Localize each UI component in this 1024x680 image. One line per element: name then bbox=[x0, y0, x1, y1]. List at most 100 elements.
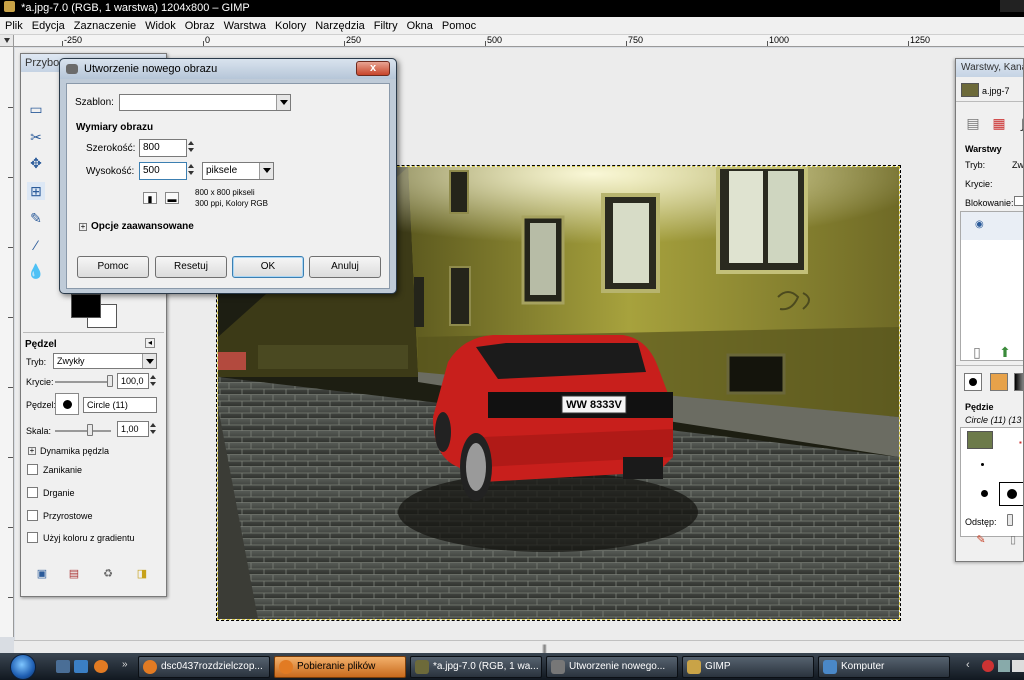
scale-spinbox[interactable]: 1,00 bbox=[117, 421, 156, 437]
dialog-titlebar[interactable]: Utworzenie nowego obrazu bbox=[60, 59, 396, 79]
close-button[interactable]: x bbox=[356, 61, 390, 76]
scroll-grip-icon[interactable]: ||| bbox=[542, 643, 547, 653]
image-thumbnail[interactable] bbox=[961, 83, 979, 97]
ruler-corner-button[interactable] bbox=[0, 35, 14, 47]
patterns-tab[interactable] bbox=[990, 373, 1008, 391]
panel-menu-icon[interactable]: ◂ bbox=[145, 338, 155, 348]
chevron-down-icon[interactable] bbox=[142, 354, 156, 368]
color-picker-icon[interactable]: ⁄ bbox=[27, 236, 45, 254]
delete-icon[interactable]: ♻ bbox=[101, 567, 115, 581]
incremental-checkbox[interactable] bbox=[27, 510, 38, 521]
show-desktop-icon[interactable] bbox=[56, 660, 70, 673]
expand-icon[interactable]: + bbox=[79, 223, 87, 231]
menu-filtry[interactable]: Filtry bbox=[370, 17, 402, 35]
channels-tab-icon[interactable]: ▦ bbox=[990, 114, 1008, 132]
advanced-options-toggle[interactable]: Opcje zaawansowane bbox=[91, 221, 194, 232]
raise-layer-icon[interactable]: ⬆ bbox=[996, 343, 1014, 361]
ok-button[interactable]: OK bbox=[232, 256, 304, 278]
width-input[interactable]: 800 bbox=[139, 139, 194, 157]
gradients-tab[interactable] bbox=[1014, 373, 1023, 391]
menu-edycja[interactable]: Edycja bbox=[28, 17, 69, 35]
foreground-color[interactable] bbox=[71, 294, 101, 318]
vertical-ruler[interactable] bbox=[0, 47, 14, 637]
layer-row[interactable]: ◉ bbox=[961, 212, 1023, 240]
taskbar-item-gimp-image[interactable]: *a.jpg-7.0 (RGB, 1 wa... bbox=[410, 656, 542, 678]
volume-icon[interactable] bbox=[1012, 660, 1024, 672]
menu-kolory[interactable]: Kolory bbox=[271, 17, 310, 35]
landscape-icon[interactable]: ▬ bbox=[165, 192, 179, 204]
explorer-icon[interactable] bbox=[74, 660, 88, 673]
brush-dot-icon[interactable] bbox=[981, 490, 988, 497]
network-icon[interactable] bbox=[998, 660, 1010, 672]
opacity-slider[interactable] bbox=[55, 381, 111, 383]
scale-slider-handle[interactable] bbox=[87, 424, 93, 436]
layer-mode-value[interactable]: Zw bbox=[1012, 160, 1023, 170]
reset-icon[interactable]: ◨ bbox=[135, 567, 149, 581]
dynamics-label[interactable]: Dynamika pędzla bbox=[40, 446, 109, 456]
color-swatches[interactable] bbox=[71, 294, 119, 330]
quicklaunch-more-icon[interactable]: » bbox=[122, 659, 128, 670]
opacity-slider-handle[interactable] bbox=[107, 375, 113, 387]
window-controls[interactable] bbox=[1000, 0, 1024, 12]
start-button[interactable] bbox=[6, 653, 42, 680]
taskbar-item-gimp[interactable]: GIMP bbox=[682, 656, 814, 678]
menu-pomoc[interactable]: Pomoc bbox=[438, 17, 480, 35]
mode-select[interactable]: Zwykły bbox=[53, 353, 157, 369]
brushes-tab[interactable] bbox=[964, 373, 982, 391]
spin-arrows-icon[interactable] bbox=[187, 140, 195, 154]
opacity-spinbox[interactable]: 100,0 bbox=[117, 373, 156, 389]
unit-select[interactable]: piksele bbox=[202, 162, 274, 180]
layers-list[interactable]: ◉ bbox=[960, 211, 1023, 361]
jitter-checkbox[interactable] bbox=[27, 487, 38, 498]
help-button[interactable]: Pomoc bbox=[77, 256, 149, 278]
taskbar-item-new-image[interactable]: Utworzenie nowego... bbox=[546, 656, 678, 678]
layers-tab-icon[interactable]: ▤ bbox=[964, 114, 982, 132]
save-options-icon[interactable]: ▣ bbox=[35, 567, 49, 581]
menu-okna[interactable]: Okna bbox=[403, 17, 437, 35]
menu-widok[interactable]: Widok bbox=[141, 17, 180, 35]
chevron-down-icon[interactable] bbox=[259, 163, 273, 179]
menu-obraz[interactable]: Obraz bbox=[181, 17, 219, 35]
brush-name-field[interactable]: Circle (11) bbox=[83, 397, 157, 413]
firefox-icon[interactable] bbox=[94, 660, 108, 673]
menu-plik[interactable]: Plik bbox=[1, 17, 27, 35]
menu-narzedzia[interactable]: Narzędzia bbox=[311, 17, 369, 35]
antivirus-icon[interactable] bbox=[982, 660, 994, 672]
gradient-color-checkbox[interactable] bbox=[27, 532, 38, 543]
spin-arrows-icon[interactable] bbox=[187, 163, 195, 177]
spacing-slider-handle[interactable] bbox=[1007, 514, 1013, 526]
chevron-down-icon[interactable] bbox=[276, 95, 290, 110]
paths-tab-icon[interactable]: ∫ bbox=[1014, 114, 1023, 132]
horizontal-ruler[interactable]: -250 0 250 500 750 1000 1250 bbox=[14, 35, 1024, 47]
template-select[interactable] bbox=[119, 94, 291, 111]
scale-slider[interactable] bbox=[55, 430, 111, 432]
taskbar-item-computer[interactable]: Komputer bbox=[818, 656, 950, 678]
paintbrush-icon[interactable]: ✎ bbox=[27, 209, 45, 227]
portrait-icon[interactable]: ▮ bbox=[143, 192, 157, 204]
scale-icon[interactable]: ⊞ bbox=[27, 182, 45, 200]
height-input[interactable]: 500 bbox=[139, 162, 194, 180]
eye-icon[interactable]: ◉ bbox=[975, 219, 984, 230]
align-icon[interactable]: ✥ bbox=[27, 154, 45, 172]
fade-checkbox[interactable] bbox=[27, 464, 38, 475]
menu-warstwa[interactable]: Warstwa bbox=[220, 17, 270, 35]
taskbar-item-downloads[interactable]: Pobieranie plików bbox=[274, 656, 406, 678]
brush-dot-icon[interactable] bbox=[981, 463, 984, 466]
edit-brush-icon[interactable]: ✎ bbox=[974, 533, 988, 547]
new-brush-icon[interactable]: ▯ bbox=[1006, 533, 1020, 547]
new-layer-icon[interactable]: ▯ bbox=[968, 343, 986, 361]
scissors-select-icon[interactable]: ✂ bbox=[27, 128, 45, 146]
spin-arrows-icon[interactable] bbox=[149, 422, 157, 436]
tray-expand-icon[interactable]: ‹ bbox=[966, 659, 970, 671]
brush-preview[interactable] bbox=[55, 393, 79, 415]
blur-icon[interactable]: 💧 bbox=[27, 262, 45, 280]
rect-select-icon[interactable]: ▭ bbox=[27, 100, 45, 118]
horizontal-scrollbar[interactable]: ||| bbox=[14, 640, 1024, 653]
restore-options-icon[interactable]: ▤ bbox=[67, 567, 81, 581]
cancel-button[interactable]: Anuluj bbox=[309, 256, 381, 278]
taskbar-item-firefox-1[interactable]: dsc0437rozdzielczop... bbox=[138, 656, 270, 678]
expand-icon[interactable]: + bbox=[28, 447, 36, 455]
brush-thumbnail[interactable] bbox=[967, 431, 993, 449]
reset-button[interactable]: Resetuj bbox=[155, 256, 227, 278]
selected-brush[interactable] bbox=[999, 482, 1023, 506]
